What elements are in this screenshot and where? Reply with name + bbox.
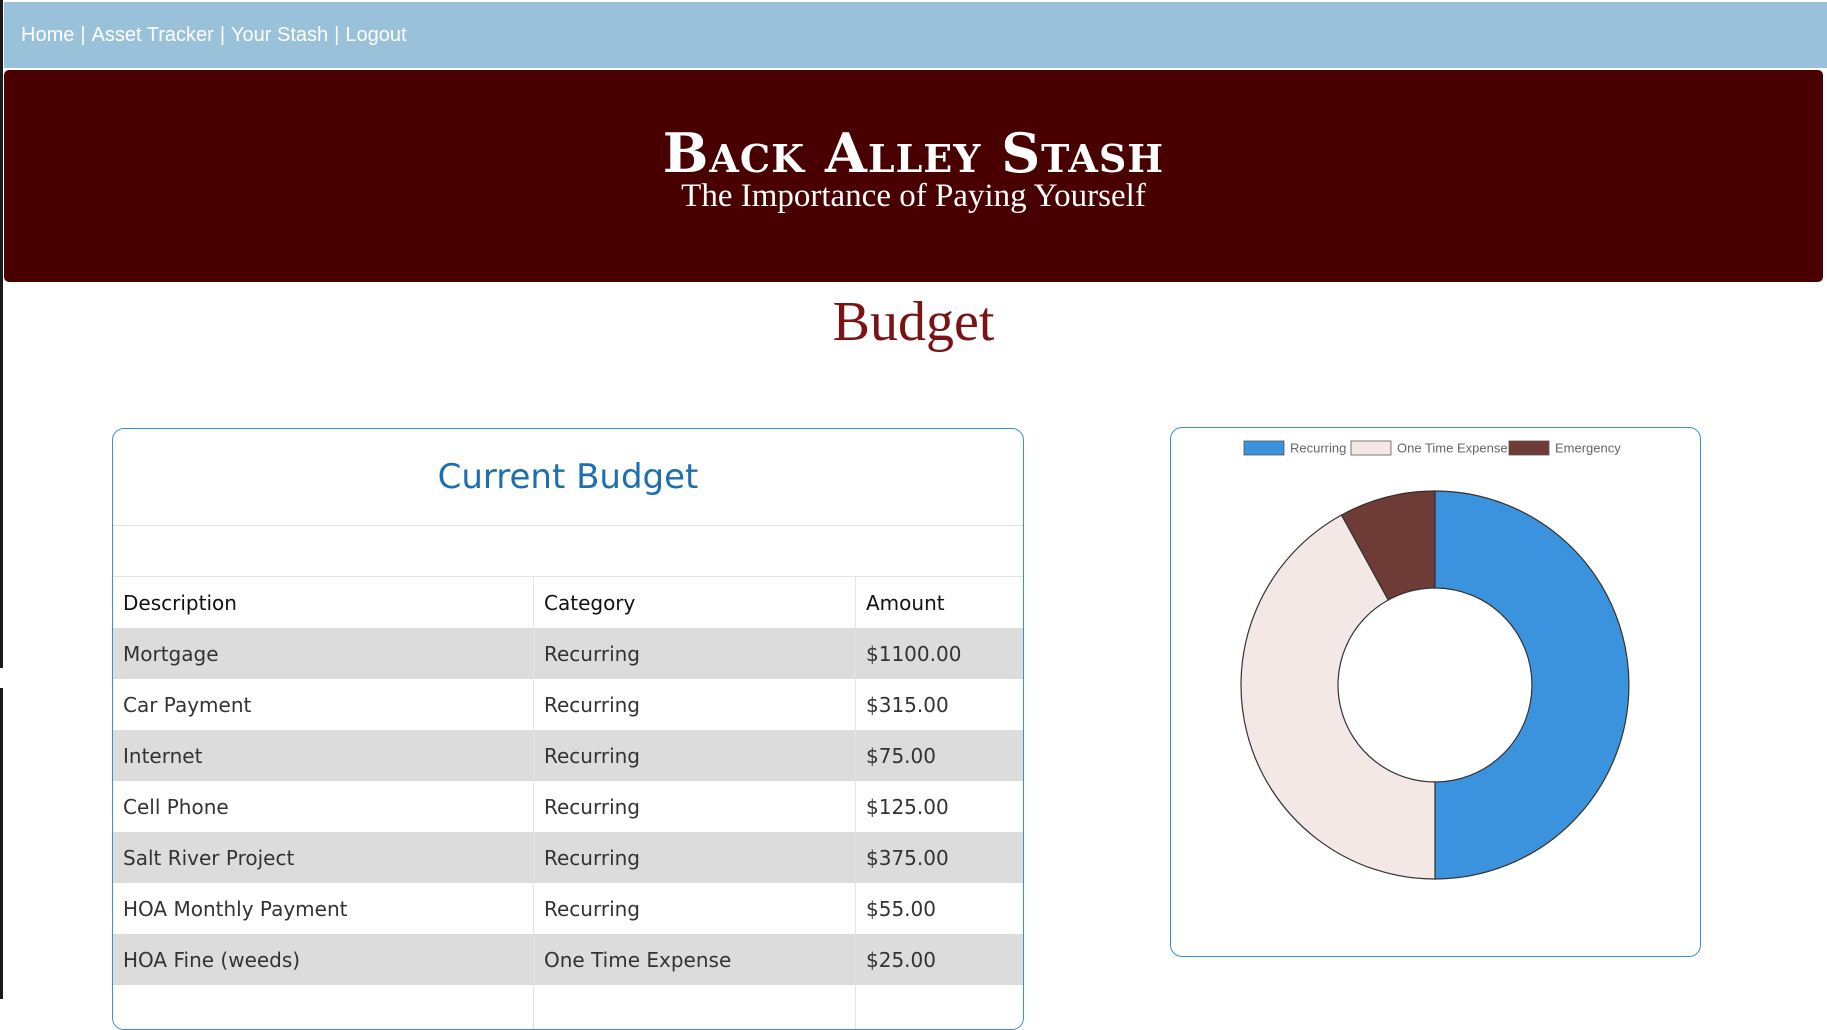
cell-description <box>113 985 534 1029</box>
nav-link-your-stash[interactable]: Your Stash <box>231 24 328 47</box>
budget-chart-card: Recurring One Time Expense Emergency <box>1170 427 1701 957</box>
nav-link-asset-tracker[interactable]: Asset Tracker <box>92 24 214 47</box>
nav-links: Home | Asset Tracker | Your Stash | Logo… <box>21 24 407 47</box>
window-edge <box>0 688 3 999</box>
table-row: Cell Phone Recurring $125.00 <box>113 781 1023 832</box>
page-title: Budget <box>832 291 995 353</box>
nav-separator: | <box>334 23 340 46</box>
cell-description: Cell Phone <box>113 781 534 832</box>
nav-separator: | <box>80 23 86 46</box>
cell-amount: $25.00 <box>855 934 1023 985</box>
cell-category <box>533 985 856 1029</box>
cell-description: Salt River Project <box>113 832 534 883</box>
cell-amount: $125.00 <box>855 781 1023 832</box>
top-navbar: Home | Asset Tracker | Your Stash | Logo… <box>4 2 1827 68</box>
nav-link-home[interactable]: Home <box>21 24 74 47</box>
legend-item[interactable]: Emergency <box>1508 440 1621 456</box>
table-row: Mortgage Recurring $1100.00 <box>113 628 1023 679</box>
cell-category: Recurring <box>533 883 856 934</box>
legend-swatch <box>1508 440 1550 456</box>
table-row: Car Payment Recurring $315.00 <box>113 679 1023 730</box>
chart-slice-recurring[interactable] <box>1434 490 1630 880</box>
nav-link-logout[interactable]: Logout <box>345 24 406 47</box>
column-header-category: Category <box>533 577 856 628</box>
nav-separator: | <box>219 23 226 46</box>
table-header-row: Description Category Amount <box>113 577 1023 628</box>
doughnut-chart[interactable]: Recurring One Time Expense Emergency <box>1171 428 1700 956</box>
legend-swatch <box>1350 440 1392 456</box>
cell-amount: $315.00 <box>855 679 1023 730</box>
legend-item[interactable]: One Time Expense <box>1350 440 1508 456</box>
site-subtitle: The Importance of Paying Yourself <box>681 178 1146 214</box>
cell-description: Car Payment <box>113 679 534 730</box>
cell-amount <box>855 985 1023 1029</box>
cell-description: HOA Fine (weeds) <box>113 934 534 985</box>
cell-category: Recurring <box>533 832 856 883</box>
cell-amount: $1100.00 <box>855 628 1023 679</box>
site-banner: Back Alley Stash The Importance of Payin… <box>4 70 1823 282</box>
card-spacer <box>113 526 1023 577</box>
cell-category: One Time Expense <box>533 934 856 985</box>
legend-swatch <box>1243 440 1285 456</box>
legend-label: One Time Expense <box>1397 441 1508 456</box>
cell-description: HOA Monthly Payment <box>113 883 534 934</box>
legend-label: Emergency <box>1555 441 1621 456</box>
budget-table: Description Category Amount Mortgage Rec… <box>113 577 1023 1029</box>
cell-category: Recurring <box>533 781 856 832</box>
site-title: Back Alley Stash <box>662 121 1165 185</box>
cell-amount: $55.00 <box>855 883 1023 934</box>
table-row: Internet Recurring $75.00 <box>113 730 1023 781</box>
card-title: Current Budget <box>113 429 1023 526</box>
cell-amount: $375.00 <box>855 832 1023 883</box>
current-budget-card: Current Budget Description Category Amou… <box>112 428 1024 1030</box>
table-row: HOA Monthly Payment Recurring $55.00 <box>113 883 1023 934</box>
cell-category: Recurring <box>533 730 856 781</box>
cell-category: Recurring <box>533 679 856 730</box>
table-row: Salt River Project Recurring $375.00 <box>113 832 1023 883</box>
cell-description: Internet <box>113 730 534 781</box>
table-row <box>113 985 1023 1029</box>
table-row: HOA Fine (weeds) One Time Expense $25.00 <box>113 934 1023 985</box>
legend-label: Recurring <box>1290 441 1346 456</box>
column-header-amount: Amount <box>855 577 1023 628</box>
cell-category: Recurring <box>533 628 856 679</box>
cell-description: Mortgage <box>113 628 534 679</box>
column-header-description: Description <box>113 577 534 628</box>
legend-item[interactable]: Recurring <box>1243 440 1346 456</box>
cell-amount: $75.00 <box>855 730 1023 781</box>
